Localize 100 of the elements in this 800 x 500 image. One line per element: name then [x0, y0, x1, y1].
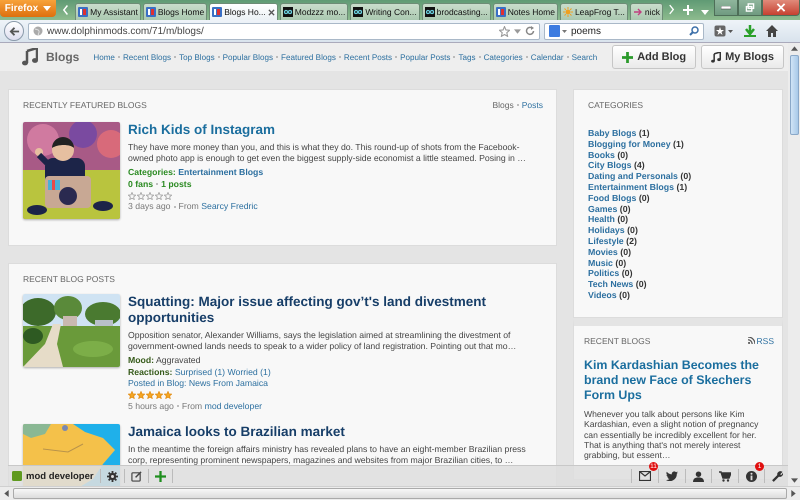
- star-icon[interactable]: [499, 26, 510, 36]
- scrollbar-thumb[interactable]: [790, 55, 798, 135]
- arrow-left-icon: [8, 26, 20, 36]
- category-link[interactable]: Entertainment Blogs: [588, 182, 674, 192]
- arrow-up-icon[interactable]: [790, 46, 798, 51]
- browser-tab[interactable]: Notes Home: [492, 3, 558, 20]
- category-link[interactable]: Music: [588, 258, 613, 268]
- blog-title-link[interactable]: Rich Kids of Instagram: [128, 122, 543, 138]
- nav-link[interactable]: Calendar: [530, 52, 564, 62]
- category-link[interactable]: City Blogs: [588, 160, 632, 170]
- bird-icon[interactable]: [666, 471, 678, 481]
- my-blogs-button[interactable]: My Blogs: [701, 45, 784, 69]
- settings-icon[interactable]: [106, 470, 118, 482]
- category-link[interactable]: Dating and Personals: [588, 171, 678, 182]
- category-link[interactable]: Baby Blogs: [588, 128, 636, 138]
- firefox-menu-button[interactable]: Firefox: [0, 0, 56, 17]
- back-button[interactable]: [4, 21, 24, 41]
- new-tab-icon[interactable]: [683, 5, 693, 15]
- bookmarks-icon[interactable]: [714, 25, 734, 37]
- arrow-icon: [632, 7, 643, 17]
- reaction-link[interactable]: Worried (1): [227, 366, 271, 377]
- browser-tab[interactable]: brodcasting...: [422, 3, 491, 20]
- browser-tab[interactable]: Blogs Ho...: [209, 3, 278, 20]
- category-count: (0): [622, 268, 633, 278]
- caret-icon[interactable]: [514, 28, 521, 34]
- edit-icon[interactable]: [130, 470, 142, 482]
- close-button[interactable]: [762, 0, 800, 16]
- info-icon[interactable]: [746, 470, 757, 482]
- home-icon[interactable]: [766, 25, 778, 37]
- post-title-link[interactable]: Squatting: Major issue affecting gov’t's land divestment opportunities: [128, 294, 543, 326]
- nav-link[interactable]: Recent Blogs: [122, 52, 172, 62]
- arrow-down-icon[interactable]: [790, 478, 798, 483]
- nav-link[interactable]: Top Blogs: [179, 52, 215, 62]
- reaction-link[interactable]: Surprised (1): [174, 366, 226, 377]
- add-blog-button[interactable]: Add Blog: [612, 45, 696, 69]
- restore-button[interactable]: [738, 0, 762, 16]
- minimize-button[interactable]: [714, 0, 738, 16]
- browser-tab[interactable]: nick: [630, 3, 663, 20]
- time-ago: 3 days ago: [128, 201, 171, 212]
- scrollbar-thumb[interactable]: [13, 488, 787, 499]
- user-icon[interactable]: [693, 470, 704, 482]
- arrow-right-icon[interactable]: [791, 490, 796, 497]
- category-link[interactable]: Entertainment Blogs: [178, 167, 264, 177]
- category-link[interactable]: Tech News: [588, 279, 634, 290]
- chevron-right-icon[interactable]: [668, 4, 675, 15]
- address-field[interactable]: www.dolphinmods.com/71/m/blogs/: [28, 22, 540, 40]
- browser-tab[interactable]: Modzzz mo...: [280, 3, 348, 20]
- search-icon[interactable]: [689, 26, 699, 36]
- reload-icon[interactable]: [525, 26, 535, 36]
- browser-tab[interactable]: Blogs Home: [142, 3, 208, 20]
- blog-icon: [78, 7, 88, 17]
- plus-icon[interactable]: [154, 470, 166, 482]
- search-engine-icon[interactable]: [549, 25, 567, 37]
- category-link[interactable]: Holidays: [588, 225, 625, 236]
- blog-title-link[interactable]: Kim Kardashian Becomes the brand new Face of Skechers Form Ups: [584, 358, 774, 403]
- category-link[interactable]: Movies: [588, 246, 618, 257]
- mail-icon[interactable]: [639, 471, 651, 481]
- user-name[interactable]: mod developer: [26, 470, 94, 482]
- chevron-left-icon[interactable]: [62, 4, 70, 16]
- author-link[interactable]: Searcy Fredric: [201, 201, 258, 212]
- nav-link[interactable]: Popular Posts: [400, 52, 450, 62]
- category-link[interactable]: Food Blogs: [588, 192, 636, 203]
- section-tab[interactable]: Posts: [522, 100, 543, 110]
- nav-link[interactable]: Featured Blogs: [281, 52, 336, 62]
- category-link[interactable]: Politics: [588, 268, 620, 278]
- search-field[interactable]: poems: [544, 22, 704, 40]
- category-link[interactable]: Lifestyle: [588, 236, 624, 246]
- category-link[interactable]: Videos: [588, 290, 617, 300]
- category-link[interactable]: Books: [588, 150, 615, 160]
- plus-icon: [622, 52, 634, 62]
- cart-icon[interactable]: [719, 470, 731, 482]
- sun-icon: [562, 7, 573, 17]
- close-icon[interactable]: [268, 8, 275, 16]
- nav-link[interactable]: Tags: [458, 52, 476, 62]
- nav-link[interactable]: Search: [572, 52, 598, 62]
- rss-link[interactable]: RSS: [748, 336, 774, 346]
- vertical-scrollbar[interactable]: [788, 43, 800, 486]
- browser-tab[interactable]: Writing Con...: [350, 3, 420, 20]
- post-title-link[interactable]: Jamaica looks to Brazilian market: [128, 424, 543, 440]
- category-label: Categories:: [128, 167, 176, 177]
- arrow-left-icon[interactable]: [4, 490, 9, 497]
- nav-link[interactable]: Recent Posts: [344, 52, 392, 62]
- section-tab[interactable]: Blogs: [492, 100, 514, 110]
- category-link[interactable]: Games: [588, 204, 618, 214]
- blog-icon: [496, 7, 506, 17]
- horizontal-scrollbar[interactable]: [0, 486, 800, 500]
- section-title: CATEGORIES: [588, 100, 644, 110]
- caret-icon[interactable]: [701, 10, 709, 15]
- category-link[interactable]: Blogging for Money: [588, 138, 671, 149]
- author-link[interactable]: mod developer: [204, 400, 262, 411]
- nav-link[interactable]: Categories: [484, 52, 523, 62]
- avatar-icon: [12, 471, 22, 481]
- nav-link[interactable]: Home: [93, 52, 115, 62]
- wrench-icon[interactable]: [772, 470, 783, 482]
- blog-link[interactable]: Posted in Blog: News From Jamaica: [128, 378, 268, 388]
- browser-tab[interactable]: LeapFrog T...: [560, 3, 628, 20]
- category-link[interactable]: Health: [588, 214, 615, 224]
- download-icon[interactable]: [744, 25, 756, 37]
- browser-tab[interactable]: My Assistant: [75, 3, 141, 20]
- nav-link[interactable]: Popular Blogs: [222, 52, 274, 62]
